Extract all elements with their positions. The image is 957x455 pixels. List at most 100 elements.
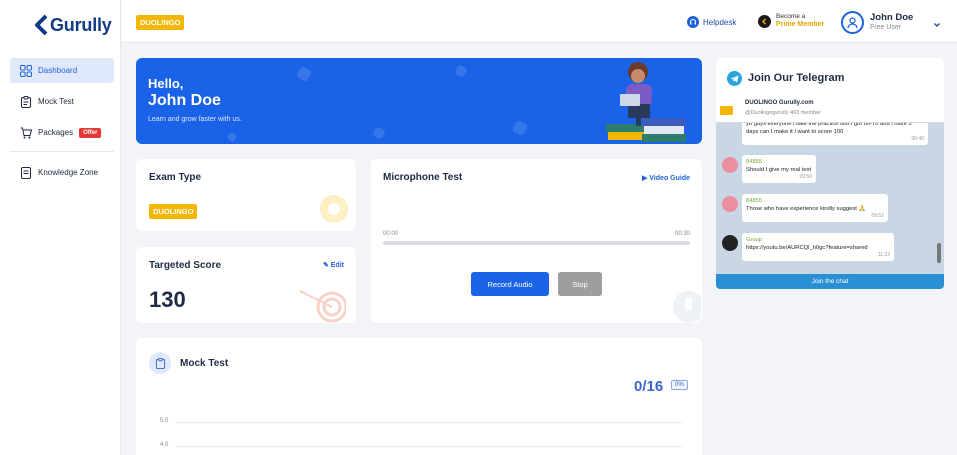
top-bar: DUOLINGO Helpdesk Become a Prime Member … [121, 0, 957, 43]
sidebar-item-label: Mock Test [38, 97, 74, 106]
sidebar-item-label: Packages [38, 128, 74, 137]
message-text: https://youtu.be/AURCQl_h0gc?feature=sha… [746, 245, 868, 251]
message-author: 84855 . [746, 198, 766, 204]
exam-type-badge: DUOLINGO [149, 204, 198, 219]
stop-button[interactable]: Stop [558, 272, 602, 296]
sidebar-divider [10, 151, 114, 152]
decor-shape [295, 65, 313, 83]
decor-shape [454, 64, 468, 78]
video-guide-label: Video Guide [649, 175, 690, 182]
grid-line [176, 422, 682, 423]
helpdesk-label: Helpdesk [703, 17, 737, 27]
cart-icon [20, 127, 32, 139]
video-icon: ▶ [641, 175, 648, 182]
brand-name: Gurully [50, 14, 112, 35]
mock-test-card: Mock Test 0/16 0% 5.0 4.0 [136, 338, 702, 455]
message-author: Group [746, 237, 763, 243]
channel-logo [720, 106, 733, 115]
user-name: John Doe [870, 11, 914, 23]
helpdesk-link[interactable]: Helpdesk [687, 16, 736, 28]
target-decor-icon [299, 290, 346, 323]
message-time: 09:50 [799, 174, 812, 180]
y-tick-label: 4.0 [160, 442, 169, 448]
sidebar-item-mock-test[interactable]: Mock Test [10, 89, 114, 114]
decor-shape [226, 131, 238, 143]
group-avatar [722, 235, 738, 251]
video-guide-link[interactable]: ▶ Video Guide [642, 174, 690, 182]
message-time: 09:52 [871, 213, 884, 219]
avatar [722, 157, 738, 173]
hero-subtitle: Learn and grow faster with us. [148, 116, 242, 123]
grid-line [176, 446, 682, 447]
targeted-score-card: Targeted Score ✎ Edit 130 [136, 247, 356, 323]
user-role: Free User [870, 23, 902, 31]
microphone-decor-icon [673, 291, 701, 323]
avatar [722, 196, 738, 212]
chat-scrollbar[interactable] [937, 243, 941, 263]
sidebar-item-dashboard[interactable]: Dashboard [10, 58, 114, 83]
headset-icon [687, 16, 699, 28]
sidebar-nav: Dashboard Mock Test Packages Offer Knowl… [10, 58, 114, 191]
avatar [841, 11, 864, 34]
record-audio-button[interactable]: Record Audio [471, 272, 549, 296]
hero-user-name: John Doe [148, 92, 221, 109]
chat-message: Group https://youtu.be/AURCQl_h0gc?featu… [742, 233, 894, 261]
exam-type-card: Exam Type DUOLINGO [136, 159, 356, 231]
chat-message: 84855 . Should I give my real test 09:50 [742, 155, 816, 183]
edit-icon: ✎ [322, 262, 329, 269]
join-chat-button[interactable]: Join the chat [716, 274, 944, 289]
exam-selector-badge[interactable]: DUOLINGO [136, 15, 185, 30]
channel-name: DUOLINGO Gurully.com [745, 100, 814, 106]
exam-type-title: Exam Type [149, 172, 202, 183]
prime-line2: Prime Member [776, 21, 825, 28]
student-illustration [606, 62, 686, 142]
hero-greeting: Hello, [148, 76, 184, 91]
decor-shape [511, 119, 529, 137]
sidebar-item-packages[interactable]: Packages Offer [10, 120, 114, 145]
message-time: 00:46 [911, 136, 924, 142]
prime-line1: Become a [776, 13, 806, 20]
microphone-test-card: Microphone Test ▶ Video Guide 00:00 00:3… [371, 159, 702, 323]
edit-label: Edit [330, 262, 344, 269]
time-start: 00:00 [383, 231, 399, 237]
clipboard-icon [149, 352, 171, 374]
message-author: 84855 . [746, 159, 766, 165]
targeted-score-title: Targeted Score [149, 260, 222, 271]
telegram-icon [727, 71, 742, 86]
dashboard-icon [20, 64, 32, 77]
chat-message: 84855 . Those who have experience kindly… [742, 194, 888, 222]
crown-icon [758, 14, 771, 28]
recording-progress [383, 241, 690, 245]
offer-badge: Offer [79, 127, 102, 138]
edit-score-button[interactable]: ✎ Edit [323, 261, 344, 269]
message-text: Should I give my real test [746, 167, 812, 173]
logo-chevron-icon [34, 14, 48, 36]
targeted-score-value: 130 [149, 287, 186, 312]
mock-test-title: Mock Test [180, 358, 229, 369]
book-icon [20, 166, 32, 179]
message-text: Those who have experience kindly suggest… [746, 206, 866, 212]
message-time: 11:22 [877, 252, 890, 258]
sidebar-item-label: Knowledge Zone [38, 168, 99, 177]
decor-shape [372, 126, 386, 140]
channel-members: @Duolingogurully 463 member [745, 110, 821, 116]
prime-member-link[interactable]: Become a Prime Member [758, 13, 824, 29]
sidebar: Gurully Dashboard Mock Test Packages Off… [0, 0, 121, 455]
telegram-title: Join Our Telegram [748, 72, 845, 84]
mock-test-percent: 0% [671, 380, 688, 390]
clipboard-icon [20, 95, 32, 108]
y-tick-label: 5.0 [160, 418, 169, 424]
brand-logo[interactable]: Gurully [34, 14, 112, 36]
telegram-channel-header: DUOLINGO Gurully.com @Duolingogurully 46… [716, 95, 944, 123]
chevron-down-icon[interactable] [933, 16, 941, 34]
welcome-banner: Hello, John Doe Learn and grow faster wi… [136, 58, 702, 144]
telegram-chat-preview[interactable]: yo guys everyone i take the practice tes… [716, 95, 944, 275]
mock-test-count: 0/16 [634, 378, 664, 395]
user-menu[interactable]: John Doe Free User [841, 11, 913, 34]
sidebar-item-label: Dashboard [38, 66, 78, 75]
time-end: 00:30 [674, 231, 690, 237]
gear-decor-icon [320, 195, 348, 223]
sidebar-item-knowledge-zone[interactable]: Knowledge Zone [10, 160, 114, 185]
microphone-test-title: Microphone Test [383, 172, 463, 183]
telegram-card: Join Our Telegram yo guys everyone i tak… [716, 58, 944, 289]
